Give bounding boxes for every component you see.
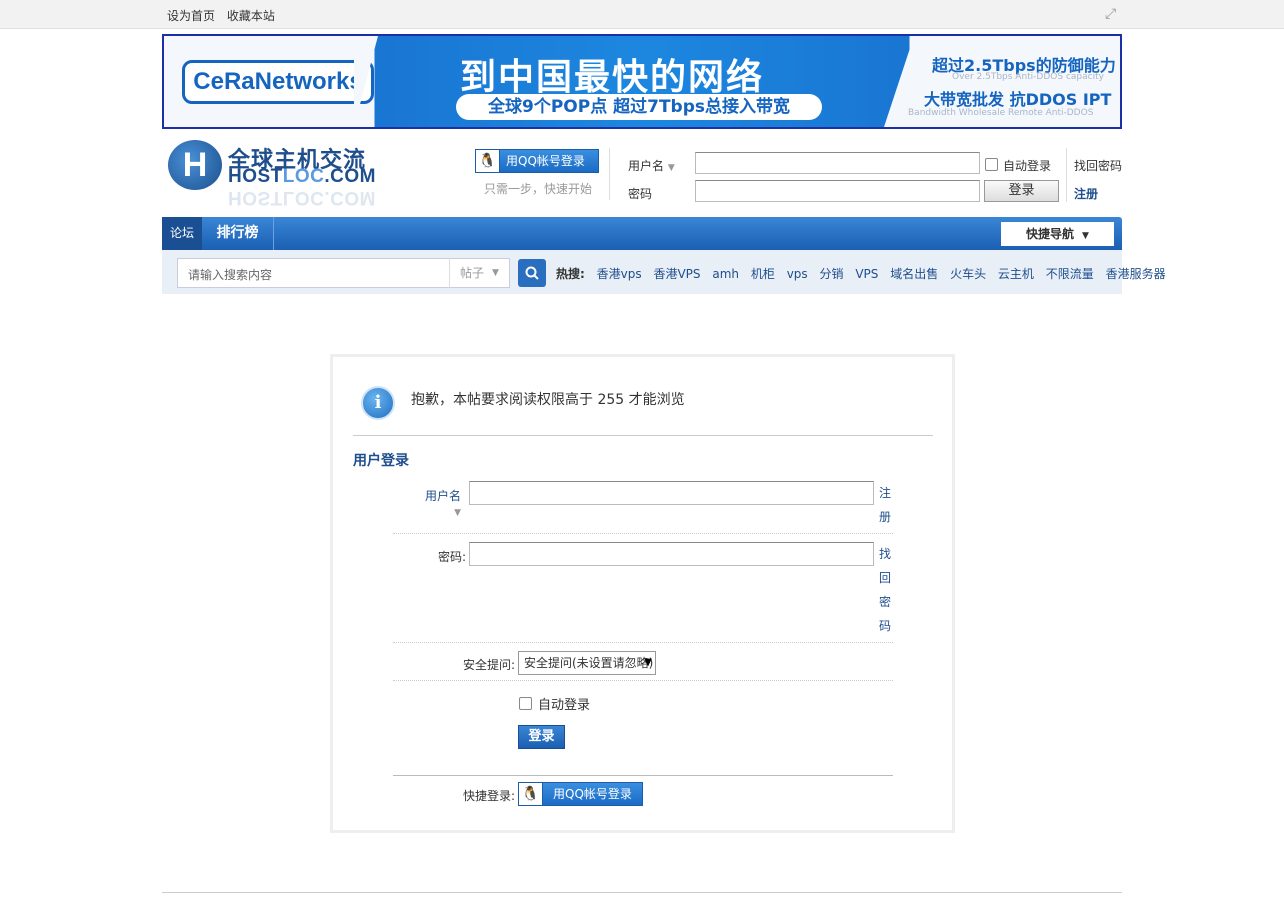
qq-login-button[interactable]: 🐧 用QQ帐号登录 xyxy=(475,149,599,173)
form-security-label: 安全提问: xyxy=(462,658,515,672)
hot-tag[interactable]: 云主机 xyxy=(998,267,1034,281)
form-qq-login-button[interactable]: 🐧 用QQ帐号登录 xyxy=(518,782,643,806)
chevron-down-icon: ▼ xyxy=(492,268,499,278)
hot-tag[interactable]: 域名出售 xyxy=(890,267,938,281)
banner-pill: 全球9个POP点 超过7Tbps总接入带宽 xyxy=(456,94,822,120)
header-username-label[interactable]: 用户名 ▼ xyxy=(628,157,675,174)
site-logo[interactable]: H 全球主机交流 HOSTLOC.COM HOSTLOC.COM xyxy=(166,138,416,210)
header-forgot-link[interactable]: 找回密码 xyxy=(1074,157,1122,174)
banner-brand: CeRaNetworks xyxy=(182,60,374,104)
form-password-label: 密码: xyxy=(437,550,466,564)
ad-banner[interactable]: CeRaNetworks 到中国最快的网络 全球9个POP点 超过7Tbps总接… xyxy=(162,34,1122,129)
logo-en: HOSTLOC.COM xyxy=(228,166,376,187)
fullscreen-icon[interactable]: ⤢ xyxy=(1105,7,1119,21)
hot-tag[interactable]: 机柜 xyxy=(751,267,775,281)
hot-tag[interactable]: amh xyxy=(712,267,739,281)
nav-home[interactable]: 论坛 xyxy=(162,217,202,250)
logo-mark-icon: H xyxy=(168,140,222,190)
banner-right-sub1: Over 2.5Tbps Anti-DDOS capacity xyxy=(952,72,1104,82)
form-quick-login-label: 快捷登录: xyxy=(462,789,515,803)
form-username-label[interactable]: 用户名▼ xyxy=(421,487,461,518)
banner-right-title2: 大带宽批发 抗DDOS IPT xyxy=(924,90,1112,109)
header-register-link[interactable]: 注册 xyxy=(1074,185,1098,202)
permission-message: 抱歉，本帖要求阅读权限高于 255 才能浏览 xyxy=(411,392,685,408)
header-remember-label: 自动登录 xyxy=(1003,159,1052,173)
hot-tag[interactable]: 不限流量 xyxy=(1046,267,1094,281)
form-remember-label: 自动登录 xyxy=(538,698,591,713)
bookmark-link[interactable]: 收藏本站 xyxy=(227,9,275,23)
permission-message-card: i 抱歉，本帖要求阅读权限高于 255 才能浏览 用户登录 用户名▼ 注册 密码… xyxy=(330,354,955,833)
form-username-input[interactable] xyxy=(469,481,874,505)
hot-tag[interactable]: 香港服务器 xyxy=(1106,267,1166,281)
chevron-down-icon: ▼ xyxy=(454,508,461,518)
form-forgot-link[interactable]: 找回密码 xyxy=(879,542,893,638)
form-remember-checkbox[interactable] xyxy=(519,697,532,710)
login-section-title: 用户登录 xyxy=(353,453,409,469)
hot-tag[interactable]: 香港VPS xyxy=(653,267,700,281)
set-homepage-link[interactable]: 设为首页 xyxy=(167,9,215,23)
top-bar: 设为首页 收藏本站 ⤢ xyxy=(0,0,1284,29)
search-icon[interactable] xyxy=(518,259,546,287)
chevron-down-icon: ▼ xyxy=(644,657,652,668)
hot-tag[interactable]: 分销 xyxy=(820,267,844,281)
header-username-input[interactable] xyxy=(695,152,980,174)
form-security-select[interactable]: 安全提问(未设置请忽略) ▼ xyxy=(518,651,656,675)
hot-tag[interactable]: 火车头 xyxy=(950,267,986,281)
top-links: 设为首页 收藏本站 xyxy=(167,7,283,24)
hot-tag[interactable]: 香港vps xyxy=(597,267,642,281)
hot-tag[interactable]: vps xyxy=(787,267,808,281)
header-login-button[interactable]: 登录 xyxy=(984,180,1059,202)
form-login-button[interactable]: 登录 xyxy=(518,725,565,749)
chevron-down-icon: ▼ xyxy=(1082,231,1089,241)
hot-search: 热搜: 香港vps 香港VPS amh 机柜 vps 分销 VPS 域名出售 火… xyxy=(556,267,1166,281)
hot-tag[interactable]: VPS xyxy=(855,267,878,281)
header-password-label: 密码 xyxy=(628,187,653,201)
banner-headline: 到中国最快的网络 xyxy=(460,56,765,97)
qq-penguin-icon: 🐧 xyxy=(476,150,500,172)
search-scope-select[interactable]: 帖子 ▼ xyxy=(449,258,510,288)
header-remember-checkbox[interactable] xyxy=(985,158,998,171)
chevron-down-icon: ▼ xyxy=(667,163,675,173)
qq-penguin-icon: 🐧 xyxy=(519,783,543,805)
logo-reflection: HOSTLOC.COM xyxy=(228,187,376,208)
banner-right-sub2: Bandwidth Wholesale Remote Anti-DDOS xyxy=(908,108,1094,118)
form-password-input[interactable] xyxy=(469,542,874,566)
search-bar: 请输入搜索内容 帖子 ▼ 热搜: 香港vps 香港VPS amh 机柜 vps 分… xyxy=(162,250,1166,294)
form-register-link[interactable]: 注册 xyxy=(879,481,893,529)
main-nav: 论坛 排行榜 快捷导航 ▼ xyxy=(162,217,1122,250)
header-password-input[interactable] xyxy=(695,180,980,202)
quick-nav-button[interactable]: 快捷导航 ▼ xyxy=(1001,222,1114,246)
nav-item-ranking[interactable]: 排行榜 xyxy=(202,217,274,250)
info-icon: i xyxy=(361,386,395,420)
qq-login-hint: 只需一步，快速开始 xyxy=(484,182,593,196)
